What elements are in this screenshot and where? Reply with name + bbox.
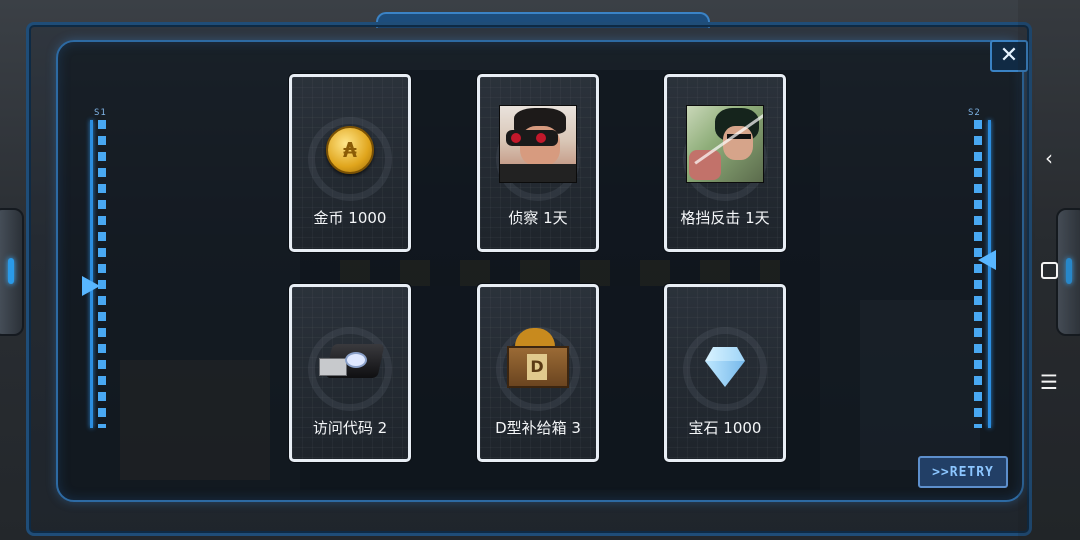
reward-label: 金币 1000 xyxy=(313,209,387,227)
menu-icon[interactable]: ☰ xyxy=(1018,362,1080,402)
reward-card[interactable]: D D型补给箱 3 xyxy=(477,284,599,462)
slider-right[interactable]: S2 xyxy=(966,108,996,428)
reward-label: 侦察 1天 xyxy=(508,209,568,227)
system-nav-bar: ‹ ☰ xyxy=(1018,0,1080,540)
reward-card[interactable]: 宝石 1000 xyxy=(664,284,786,462)
supply-crate-icon: D xyxy=(503,328,573,390)
retry-button[interactable]: >>RETRY xyxy=(918,456,1008,488)
coin-icon: ₳ xyxy=(326,126,374,174)
home-icon xyxy=(1040,261,1058,279)
slider-pointer-icon[interactable] xyxy=(978,250,996,270)
counter-portrait-icon xyxy=(686,105,764,183)
slider-pointer-icon[interactable] xyxy=(82,276,100,296)
back-icon[interactable]: ‹ xyxy=(1018,138,1080,178)
reward-label: 访问代码 2 xyxy=(312,419,388,437)
slider-left-label: S1 xyxy=(94,108,107,118)
reward-label: 格挡反击 1天 xyxy=(680,209,770,227)
reward-card[interactable]: ₳ 金币 1000 xyxy=(289,74,411,252)
reward-card[interactable]: 格挡反击 1天 xyxy=(664,74,786,252)
reward-label: D型补给箱 3 xyxy=(495,419,581,437)
slider-ticks xyxy=(98,120,106,428)
slider-left[interactable]: S1 xyxy=(82,108,112,428)
indicator-light xyxy=(8,258,14,284)
slider-ticks xyxy=(974,120,982,428)
reward-label: 宝石 1000 xyxy=(688,419,762,437)
home-button[interactable] xyxy=(1018,250,1080,290)
close-icon: ✕ xyxy=(999,43,1019,68)
frame-clip-left xyxy=(0,208,24,336)
reward-card[interactable]: 侦察 1天 xyxy=(477,74,599,252)
reward-card[interactable]: 访问代码 2 xyxy=(289,284,411,462)
usb-drive-icon xyxy=(317,338,385,384)
slider-right-label: S2 xyxy=(968,108,981,118)
slider-track xyxy=(90,120,93,428)
scout-portrait-icon xyxy=(499,105,577,183)
slider-track xyxy=(988,120,991,428)
